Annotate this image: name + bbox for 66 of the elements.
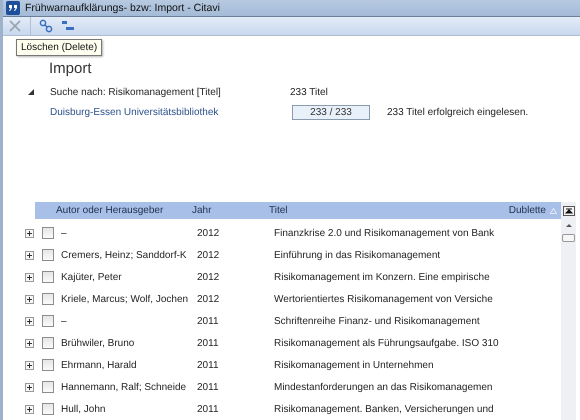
checkbox[interactable] [42,227,54,239]
table-cell-text: – [61,228,68,238]
app-icon [6,1,20,15]
scroll-thumb[interactable] [562,234,575,242]
sort-icon [550,208,557,214]
checkbox[interactable] [42,271,54,283]
checkbox[interactable] [42,293,54,305]
expand-icon[interactable] [25,228,34,238]
expand-icon[interactable] [25,404,34,414]
table-cell-text: 2012 [197,228,220,238]
expand-icon[interactable] [25,360,34,370]
table-cell: Wertorientiertes Risikomanagement von Versiche [274,294,493,304]
table-cell-text: 2011 [197,404,220,414]
table-cell: Schriftenreihe Finanz- und Risikomanagement [274,316,480,326]
table-cell-text: 2011 [197,382,220,392]
search-query: Suche nach: Risikomanagement [Titel] [50,86,222,98]
column-header[interactable]: Dublette [508,205,546,216]
table-cell-text: Brühwiler, Bruno [61,338,136,348]
checkbox[interactable] [42,403,54,415]
table-cell-text: Kriele, Marcus; Wolf, Jochen [61,294,190,304]
table-cell: Risikomanagement. Banken, Versicherungen und [274,404,494,414]
expand-icon[interactable] [25,272,34,282]
scroll-top-icon[interactable] [562,206,574,216]
table-cell-text: Hannemann, Ralf; Schneide [61,382,188,392]
expand-icon[interactable] [25,294,34,304]
table-cell-text: 2012 [197,250,220,260]
column-header[interactable]: Titel [269,205,288,216]
expand-triangle-icon[interactable] [27,88,35,96]
expand-icon[interactable] [25,382,34,392]
table-cell: Risikomanagement in Unternehmen [274,360,434,370]
expand-icon[interactable] [25,338,34,348]
table-cell: Risikomanagement als Führungsaufgabe. ISO 310 [274,338,499,348]
table-cell-text: Kajüter, Peter [61,272,123,282]
checkbox[interactable] [42,249,54,261]
table-cell: Einführung in das Risikomanagement [274,250,440,260]
column-header[interactable]: Jahr [192,205,269,216]
table-cell-text: 2012 [197,272,220,282]
table-cell-text: Cremers, Heinz; Sanddorf-K [61,250,188,260]
checkbox[interactable] [42,315,54,327]
section-heading: Import [49,60,92,77]
scrollbar[interactable] [561,202,576,420]
table-cell-text: 2012 [197,294,220,304]
table-cell: Mindestanforderungen an das Risikomanagemen [274,382,492,392]
checkbox[interactable] [42,359,54,371]
window-title: Frühwarnaufklärungs- bzw: Import - Citavi [25,2,220,14]
expand-icon[interactable] [25,250,34,260]
table-cell: Risikomanagement im Konzern. Eine empirische [274,272,490,282]
table-cell-text: – [61,316,68,326]
tooltip: Löschen (Delete) [16,39,102,56]
link-icon[interactable] [39,19,53,33]
table-cell-text: Hull, John [61,404,106,414]
table-cell-text: 2011 [197,316,220,326]
expand-icon[interactable] [25,316,34,326]
collapse-icon[interactable] [61,19,75,33]
table-cell-text: Ehrmann, Harald [61,360,138,370]
checkbox[interactable] [42,337,54,349]
table-cell: Finanzkrise 2.0 und Risikomanagement von Bank [274,228,494,238]
result-count: 233 Titel [290,86,328,98]
table-cell-text: 2011 [197,338,220,348]
source-link[interactable]: Duisburg-Essen Universitätsbibliothek [50,106,292,118]
table-cell-text: 2011 [197,360,220,370]
status-text: 233 Titel erfolgreich eingelesen. [387,106,528,118]
column-header[interactable]: Autor oder Herausgeber [56,205,192,216]
checkbox[interactable] [42,381,54,393]
progress-reading: 233 / 233 [310,106,352,118]
scroll-up-icon[interactable] [564,222,572,228]
